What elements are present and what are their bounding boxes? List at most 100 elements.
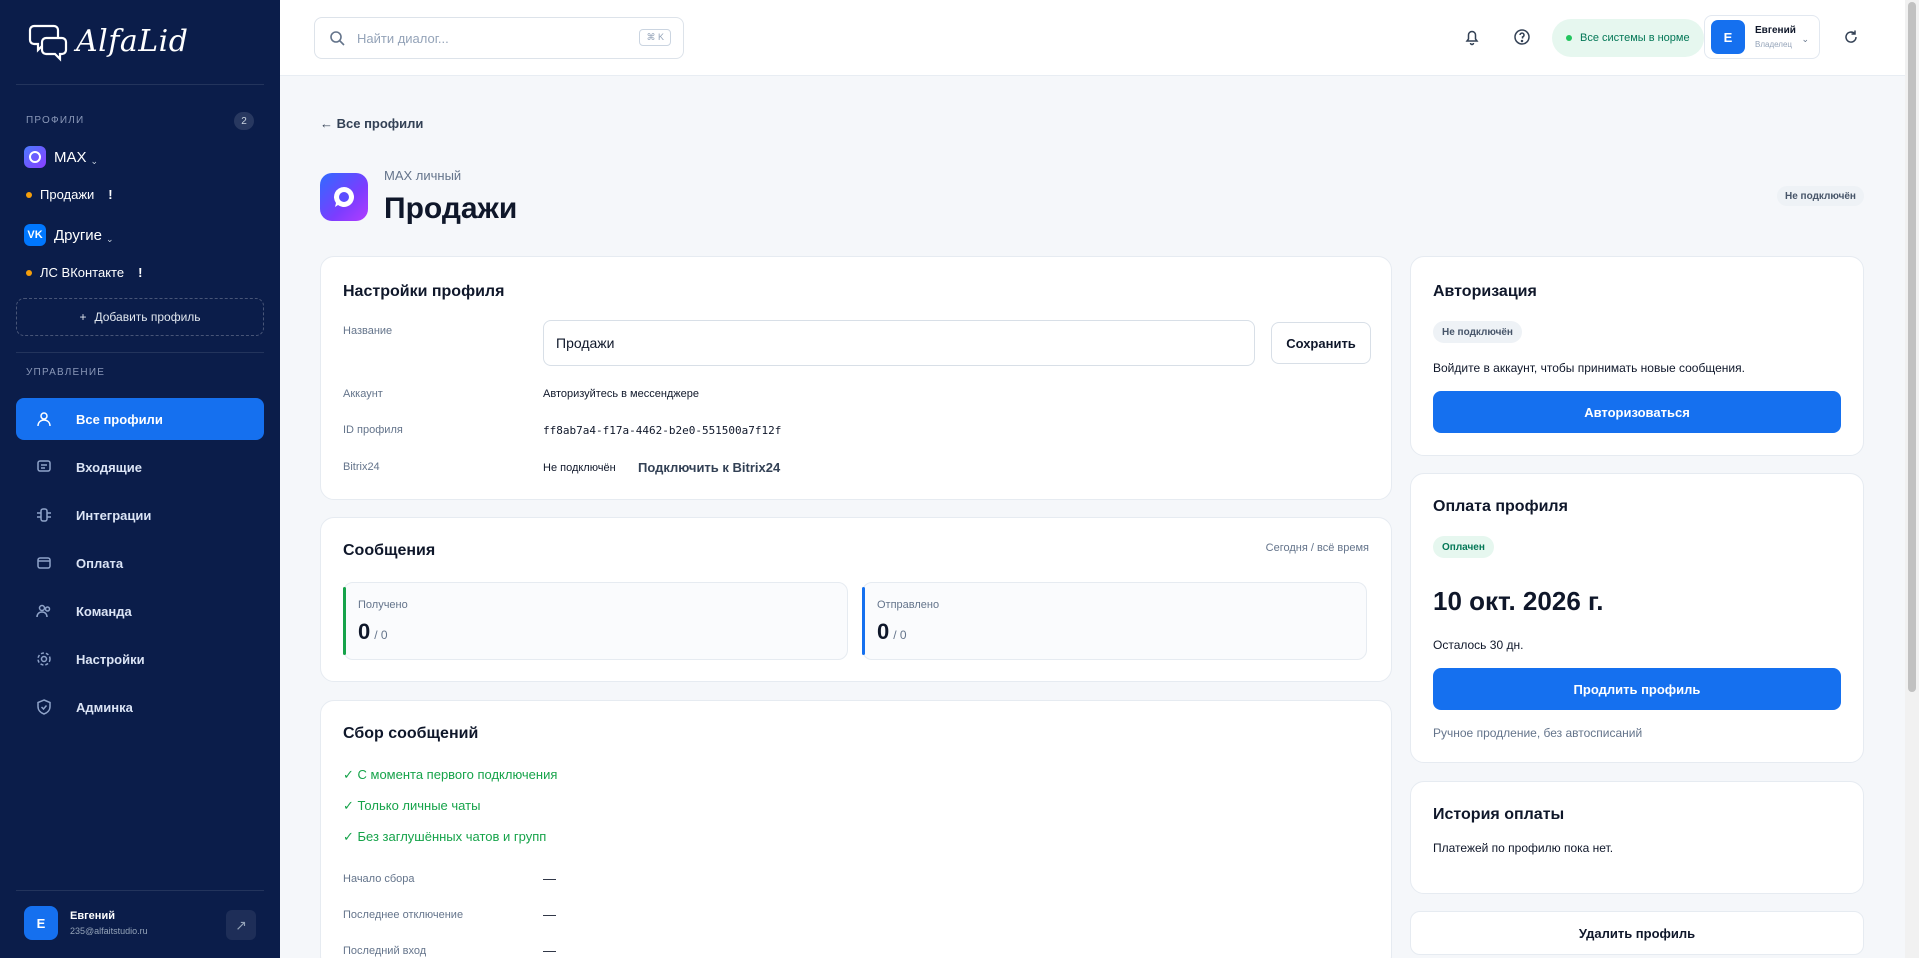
chat-logo-icon: [28, 24, 68, 62]
arrow-up-right-icon: ↗: [235, 916, 247, 933]
auth-hint: Войдите в аккаунт, чтобы принимать новые…: [1433, 361, 1745, 375]
group-max[interactable]: MAX ⌄: [24, 146, 98, 168]
bitrix-label: Bitrix24: [343, 461, 380, 473]
notifications-button[interactable]: [1461, 26, 1483, 48]
wallet-icon: [36, 555, 52, 571]
collection-row-label: Последний вход: [343, 945, 427, 957]
profile-item-sales[interactable]: Продажи !: [26, 187, 113, 202]
card-title: Сбор сообщений: [343, 725, 479, 742]
refresh-button[interactable]: [1840, 26, 1862, 48]
search-shortcut: ⌘ K: [639, 29, 671, 46]
stat-total: / 0: [374, 628, 388, 642]
bell-icon: [1465, 30, 1479, 46]
shield-icon: [36, 699, 52, 715]
paid-until-date: 10 окт. 2026 г.: [1433, 586, 1604, 616]
collection-rule: ✓ Только личные чаты: [343, 798, 481, 813]
search-box[interactable]: ⌘ K: [314, 17, 684, 59]
stat-value: 0/ 0: [877, 619, 907, 645]
system-status-badge[interactable]: Все системы в норме: [1552, 19, 1704, 57]
sidebar: AlfaLid ПРОФИЛИ 2 MAX ⌄ Продажи ! VK Дру…: [0, 0, 280, 958]
nav-label: Настройки: [76, 651, 145, 667]
refresh-icon: [1845, 30, 1857, 43]
system-status-label: Все системы в норме: [1580, 32, 1690, 44]
chevron-down-icon: ⌄: [106, 233, 114, 244]
user-name: Евгений: [70, 910, 115, 922]
user-menu-button[interactable]: E Евгений Владелец ⌄: [1704, 15, 1820, 59]
search-input[interactable]: [357, 30, 617, 46]
bitrix-status: Не подключён: [543, 462, 616, 474]
nav-admin[interactable]: Админка: [16, 686, 264, 728]
nav-label: Входящие: [76, 459, 142, 475]
stat-label: Отправлено: [877, 599, 940, 611]
integrations-icon: [36, 507, 52, 523]
nav-payment[interactable]: Оплата: [16, 542, 264, 584]
scrollbar-thumb[interactable]: [1908, 2, 1916, 692]
stat-accent-bar: [862, 587, 865, 655]
help-icon: [1514, 29, 1530, 45]
extend-profile-button[interactable]: Продлить профиль: [1433, 668, 1841, 710]
nav-integrations[interactable]: Интеграции: [16, 494, 264, 536]
nav-all-profiles[interactable]: Все профили: [16, 398, 264, 440]
logo[interactable]: AlfaLid: [28, 20, 188, 62]
collection-row-value: —: [543, 907, 556, 922]
card-title: История оплаты: [1433, 806, 1565, 823]
profile-settings-card: Настройки профиля Название Сохранить Акк…: [320, 256, 1392, 500]
gear-icon: [36, 651, 52, 667]
collection-row-value: —: [543, 943, 556, 958]
name-label: Название: [343, 325, 393, 337]
status-dot: [1566, 35, 1572, 41]
connect-bitrix-link[interactable]: Подключить к Bitrix24: [638, 460, 780, 475]
group-max-label: MAX: [54, 148, 87, 166]
add-profile-button[interactable]: + Добавить профиль: [16, 298, 264, 336]
card-title: Настройки профиля: [343, 283, 505, 300]
open-external-button[interactable]: ↗: [226, 910, 256, 940]
authorization-card: Авторизация Не подключён Войдите в аккау…: [1410, 256, 1864, 456]
collection-row-label: Последнее отключение: [343, 909, 464, 921]
collection-row-value: —: [543, 871, 556, 886]
max-messenger-icon: [24, 146, 46, 168]
page-title: Продажи: [384, 192, 518, 225]
user-name: Евгений: [1755, 25, 1796, 36]
status-dot: [26, 269, 32, 276]
profile-item-vk[interactable]: ЛС ВКонтакте !: [26, 265, 142, 280]
group-other-label: Другие: [54, 226, 103, 244]
nav-settings[interactable]: Настройки: [16, 638, 264, 680]
nav-label: Оплата: [76, 555, 124, 571]
status-dot: [26, 191, 32, 198]
add-profile-label: Добавить профиль: [94, 310, 201, 324]
nav-label: Админка: [76, 699, 133, 715]
delete-profile-button[interactable]: Удалить профиль: [1410, 911, 1864, 955]
nav-inbox[interactable]: Входящие: [16, 446, 264, 488]
profile-name-input[interactable]: [543, 320, 1255, 366]
nav-label: Команда: [76, 603, 132, 619]
collection-rule: ✓ Без заглушённых чатов и групп: [343, 829, 547, 844]
chevron-down-icon: ⌄: [1801, 34, 1809, 44]
sidebar-user[interactable]: E Евгений 235@alfaitstudio.ru: [24, 906, 148, 940]
back-to-profiles-link[interactable]: ← Все профили: [320, 116, 423, 131]
max-messenger-icon: [320, 173, 368, 221]
sent-stat: Отправлено 0/ 0: [862, 582, 1367, 660]
help-button[interactable]: [1511, 26, 1533, 48]
scrollbar[interactable]: [1905, 0, 1919, 958]
brand-name: AlfaLid: [76, 23, 189, 59]
payment-status-badge: Оплачен: [1433, 536, 1494, 558]
account-label: Аккаунт: [343, 388, 383, 400]
manage-section-label: УПРАВЛЕНИЕ: [26, 367, 106, 378]
stat-label: Получено: [358, 599, 408, 611]
payment-history-card: История оплаты Платежей по профилю пока …: [1410, 781, 1864, 894]
vk-icon: VK: [24, 224, 46, 246]
days-remaining: Осталось 30 дн.: [1433, 638, 1524, 652]
authorize-button[interactable]: Авторизоваться: [1433, 391, 1841, 433]
collection-row-label: Начало сбора: [343, 873, 415, 885]
divider: [16, 352, 264, 353]
card-title: Оплата профиля: [1433, 498, 1568, 515]
profiles-section-label: ПРОФИЛИ: [26, 115, 85, 126]
chevron-down-icon: ⌄: [90, 155, 99, 166]
profiles-count-badge: 2: [234, 112, 254, 130]
group-other[interactable]: VK Другие ⌄: [24, 224, 114, 246]
received-stat: Получено 0/ 0: [343, 582, 848, 660]
collection-rule: ✓ С момента первого подключения: [343, 767, 558, 782]
save-button[interactable]: Сохранить: [1271, 322, 1371, 364]
stat-today: 0: [877, 619, 890, 644]
nav-team[interactable]: Команда: [16, 590, 264, 632]
